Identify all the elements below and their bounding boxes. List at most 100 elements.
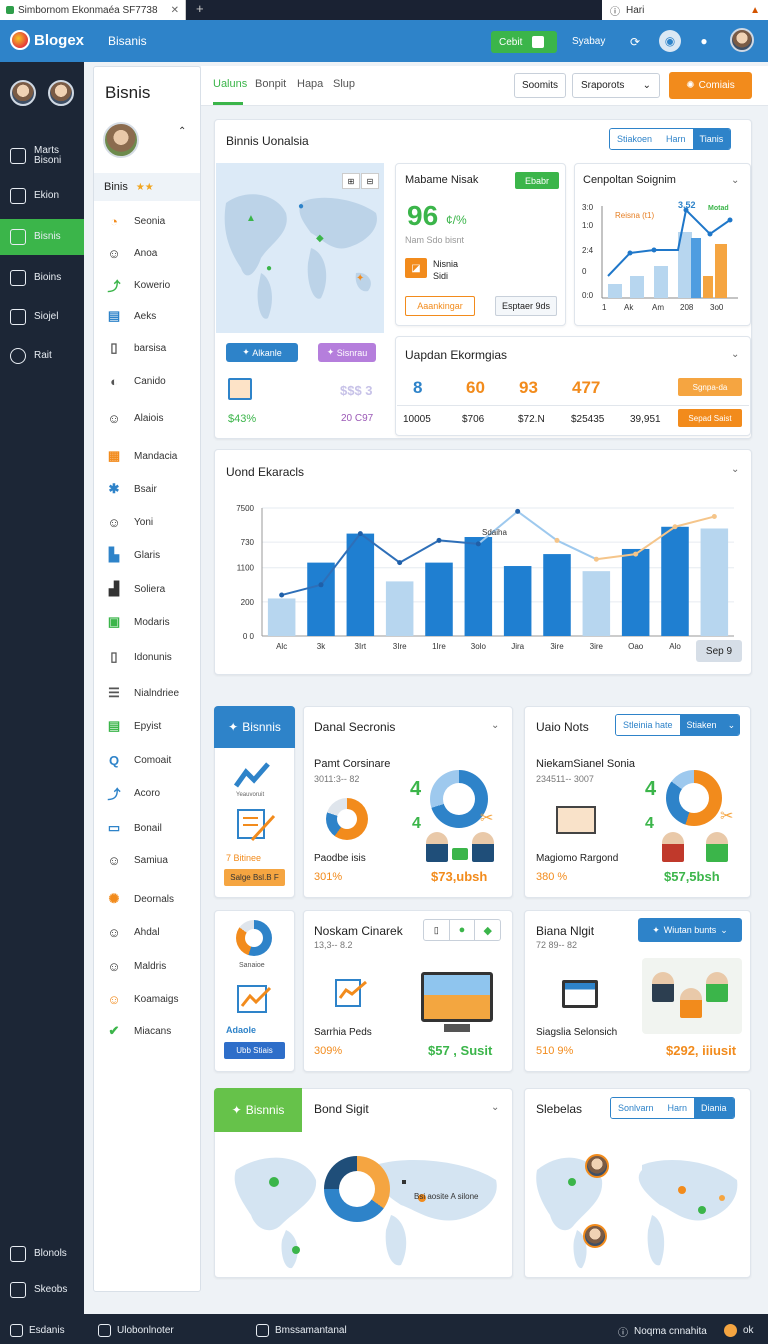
zoom-out-icon[interactable]: ⊟ xyxy=(361,173,379,189)
globe-icon[interactable]: ◉ xyxy=(659,30,681,52)
rail-item-skeobs[interactable]: Skeobs xyxy=(0,1272,84,1308)
row2-tag-button[interactable]: Salge Bsl.B F xyxy=(224,869,285,886)
rail-item-marts[interactable]: Marts Bisoni xyxy=(0,138,84,174)
chevron-down-icon[interactable]: ⌄ xyxy=(731,349,739,360)
sidebar-item[interactable]: ▯ barsisa xyxy=(104,334,200,362)
new-tab-icon[interactable]: + xyxy=(196,1,204,16)
refresh-icon[interactable]: ⟳ xyxy=(624,31,646,53)
avatar[interactable] xyxy=(585,1154,609,1178)
metric-button-2[interactable]: Esptaer 9ds xyxy=(495,296,557,316)
sidebar-item[interactable]: ▤ Epyist xyxy=(104,712,200,740)
sidebar-item[interactable]: ☺ Yoni xyxy=(104,508,200,536)
chevron-down-icon[interactable]: ⌄ xyxy=(723,715,740,735)
rail-item-rait[interactable]: Rait xyxy=(0,338,84,374)
sidebar-item[interactable]: ✔ Miacans xyxy=(104,1017,200,1045)
user-badge-icon[interactable]: ● xyxy=(693,30,715,52)
leaf-icon[interactable]: ● xyxy=(448,920,475,940)
row4-tag[interactable]: ✦ Bisnnis xyxy=(214,1088,302,1132)
chevron-down-icon[interactable]: ⌄ xyxy=(731,175,739,186)
app-logo[interactable]: Blogex xyxy=(10,30,84,50)
sidebar-item[interactable]: ☺ Ahdal xyxy=(104,918,200,946)
seg-option[interactable]: Sonlvarn xyxy=(611,1098,661,1118)
map-button-2[interactable]: ✦ Sisnrau xyxy=(318,343,376,362)
chevron-down-icon[interactable]: ⌄ xyxy=(491,720,499,731)
sidebar-item[interactable]: ▙ Glaris xyxy=(104,541,200,569)
bottom-item-1[interactable]: Esdanis xyxy=(10,1324,65,1337)
row4-b-segmented[interactable]: Sonlvarn Harn Diania xyxy=(610,1097,735,1119)
seg-option-active[interactable]: Tianis xyxy=(692,129,731,149)
row3-b-toggle[interactable]: ▯ ● ◆ xyxy=(423,919,501,941)
sidebar-section[interactable]: Binis ★★ xyxy=(94,173,200,201)
close-icon[interactable]: ✕ xyxy=(171,5,179,16)
sidebar-item[interactable]: ☺ Alaiois xyxy=(104,404,200,432)
overview-segmented[interactable]: Stiakoen Harn Tianis xyxy=(609,128,732,150)
bottom-badge[interactable]: ok xyxy=(724,1324,754,1337)
metric-button-1[interactable]: Aaankingar xyxy=(405,296,475,316)
filter-select-2[interactable]: Sraporots ⌄ xyxy=(572,73,660,98)
tab-slup[interactable]: Slup xyxy=(333,78,355,90)
seg-option-active[interactable]: Stiaken xyxy=(679,715,724,735)
avatar[interactable] xyxy=(103,122,139,158)
chevron-down-icon[interactable]: ⌄ xyxy=(731,464,739,475)
seg-option[interactable]: Harn xyxy=(659,129,693,149)
sidebar-item[interactable]: ▤ Aeks xyxy=(104,302,200,330)
sidebar-item[interactable]: ◔ Seonia xyxy=(104,207,200,235)
rail-item-bioins[interactable]: Bioins xyxy=(0,260,84,296)
avatar[interactable] xyxy=(10,80,36,106)
tab-hapa[interactable]: Hapa xyxy=(297,78,323,90)
avatar[interactable] xyxy=(583,1224,607,1248)
sidebar-item[interactable]: ▯ Idonunis xyxy=(104,643,200,671)
browser-tab-2[interactable]: ⓘ Hari ▲ xyxy=(602,0,768,20)
avatar[interactable] xyxy=(48,80,74,106)
update-button-1[interactable]: Sgnpa-da xyxy=(678,378,742,396)
bottom-item-3[interactable]: Bmssamantanal xyxy=(256,1324,347,1337)
sidebar-item[interactable]: ☺ Koamaigs xyxy=(104,985,200,1013)
trend-period-button[interactable]: Sep 9 xyxy=(696,640,742,662)
update-button-2[interactable]: Sepad Saist xyxy=(678,409,742,427)
sidebar-item[interactable]: ✱ Bsair xyxy=(104,475,200,503)
zoom-in-icon[interactable]: ⊞ xyxy=(342,173,360,189)
map-button-1[interactable]: ✦ Alkanle xyxy=(226,343,298,362)
sidebar-item[interactable]: ☺ Samiua xyxy=(104,846,200,874)
row2-c-segmented[interactable]: Stleinia hate Stiaken ⌄ xyxy=(615,714,741,736)
sidebar-item[interactable]: ☺ Maldris xyxy=(104,952,200,980)
bottom-status[interactable]: ⓘ Noqma cnnahita xyxy=(618,1324,707,1339)
seg-option-active[interactable]: Diania xyxy=(694,1098,734,1118)
rail-item-siojel[interactable]: Siojel xyxy=(0,299,84,335)
sidebar-item[interactable]: ☰ Nialndriee xyxy=(104,679,200,707)
row3-c-button[interactable]: ✦ Wiutan bunts ⌄ xyxy=(638,918,742,942)
sidebar-item[interactable]: ◐ Canido xyxy=(104,367,200,395)
header-link[interactable]: Syabay xyxy=(572,36,605,47)
rail-item-blonols[interactable]: Blonols xyxy=(0,1236,84,1272)
chevron-down-icon[interactable]: ⌄ xyxy=(491,1102,499,1113)
tag-icon[interactable]: ◆ xyxy=(474,920,500,940)
page-icon[interactable]: ▯ xyxy=(424,920,449,940)
sidebar-item[interactable]: ▦ Mandacia xyxy=(104,442,200,470)
row2-tag[interactable]: ✦ Bisnnis xyxy=(214,706,295,748)
filter-select-1[interactable]: Soomits xyxy=(514,73,566,98)
metric-badge[interactable]: Ebabr xyxy=(515,172,559,189)
credit-button[interactable]: Cebit xyxy=(491,31,557,53)
sidebar-item[interactable]: ✺ Deornals xyxy=(104,885,200,913)
sidebar-item[interactable]: ☺ Anoa xyxy=(104,239,200,267)
bottom-item-2[interactable]: Ulobonlnoter xyxy=(98,1324,174,1337)
user-avatar[interactable] xyxy=(730,28,754,52)
sidebar-item[interactable]: ⤴ Acoro xyxy=(104,779,200,807)
action-button[interactable]: ✺ Comiais xyxy=(669,72,752,99)
warning-icon[interactable]: ▲ xyxy=(750,5,760,16)
sidebar-item[interactable]: ▣ Modaris xyxy=(104,608,200,636)
seg-option[interactable]: Stleinia hate xyxy=(616,715,680,735)
rail-item-ekion[interactable]: Ekion xyxy=(0,178,84,214)
sidebar-item[interactable]: ⤴ Kowerio xyxy=(104,271,200,299)
sidebar-item[interactable]: ▟ Soliera xyxy=(104,575,200,603)
chevron-up-icon[interactable]: ⌃ xyxy=(178,126,186,137)
seg-option[interactable]: Harn xyxy=(660,1098,695,1118)
browser-tab[interactable]: Simbornom Ekonmaéa SF7738 ✕ xyxy=(0,0,186,20)
rail-item-bisnis[interactable]: Bisnis xyxy=(0,219,84,255)
seg-option[interactable]: Stiakoen xyxy=(610,129,660,149)
world-map[interactable]: ▲ ● ◆ ● ✦ ⊞ ⊟ xyxy=(216,163,384,333)
sidebar-item[interactable]: ▭ Bonail xyxy=(104,814,200,842)
row3-tag-button[interactable]: Ubb Stiais xyxy=(224,1042,285,1059)
tab-bonpit[interactable]: Bonpit xyxy=(255,78,286,90)
sidebar-item[interactable]: Q Comoait xyxy=(104,746,200,774)
